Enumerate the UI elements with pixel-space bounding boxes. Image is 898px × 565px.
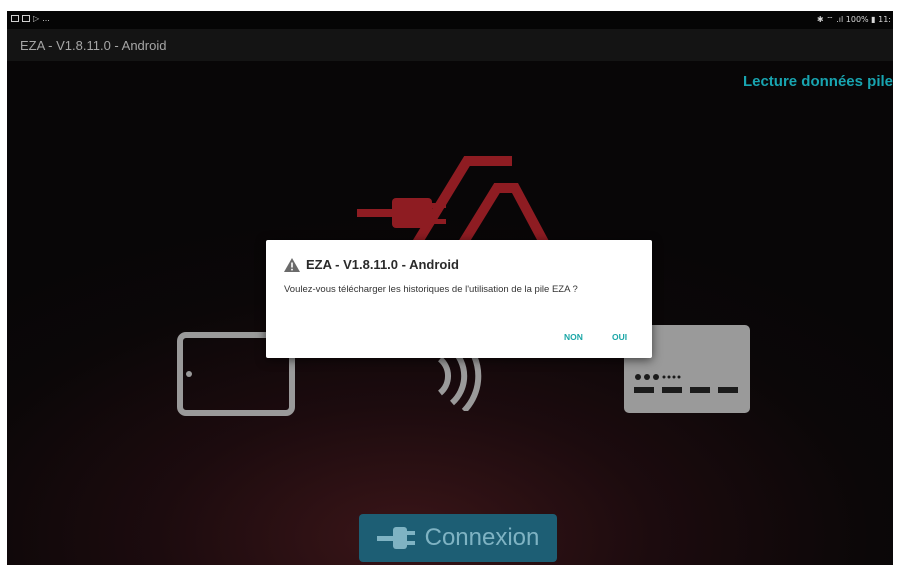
app-screen: ▷ ... ✱ ⌔ .ıl 100% ▮ 11: EZA - V1.8.11.0… [7,11,893,565]
mode-label: Lecture données pile [742,73,893,90]
status-left-icons: ▷ ... [11,14,50,23]
image-icon [11,15,19,22]
play-store-icon: ▷ [33,14,40,23]
cast-icon [22,15,30,22]
more-icon: ... [42,14,50,23]
dialog-title: EZA - V1.8.11.0 - Android [306,257,459,272]
dialog-title-row: EZA - V1.8.11.0 - Android [284,257,459,272]
plug-icon [376,527,415,549]
app-title: EZA - V1.8.11.0 - Android [20,38,167,53]
confirm-dialog: EZA - V1.8.11.0 - Android Voulez-vous té… [266,240,652,358]
connexion-button[interactable]: Connexion [359,514,557,562]
connexion-label: Connexion [424,524,540,551]
dialog-message: Voulez-vous télécharger les historiques … [284,284,578,295]
no-button[interactable]: NON [564,332,583,342]
status-right-info: ✱ ⌔ .ıl 100% ▮ 11: [816,15,891,24]
status-bar: ▷ ... ✱ ⌔ .ıl 100% ▮ 11: [7,11,893,29]
yes-button[interactable]: OUI [612,332,627,342]
app-title-bar: EZA - V1.8.11.0 - Android [7,29,893,61]
warning-icon [284,257,300,272]
